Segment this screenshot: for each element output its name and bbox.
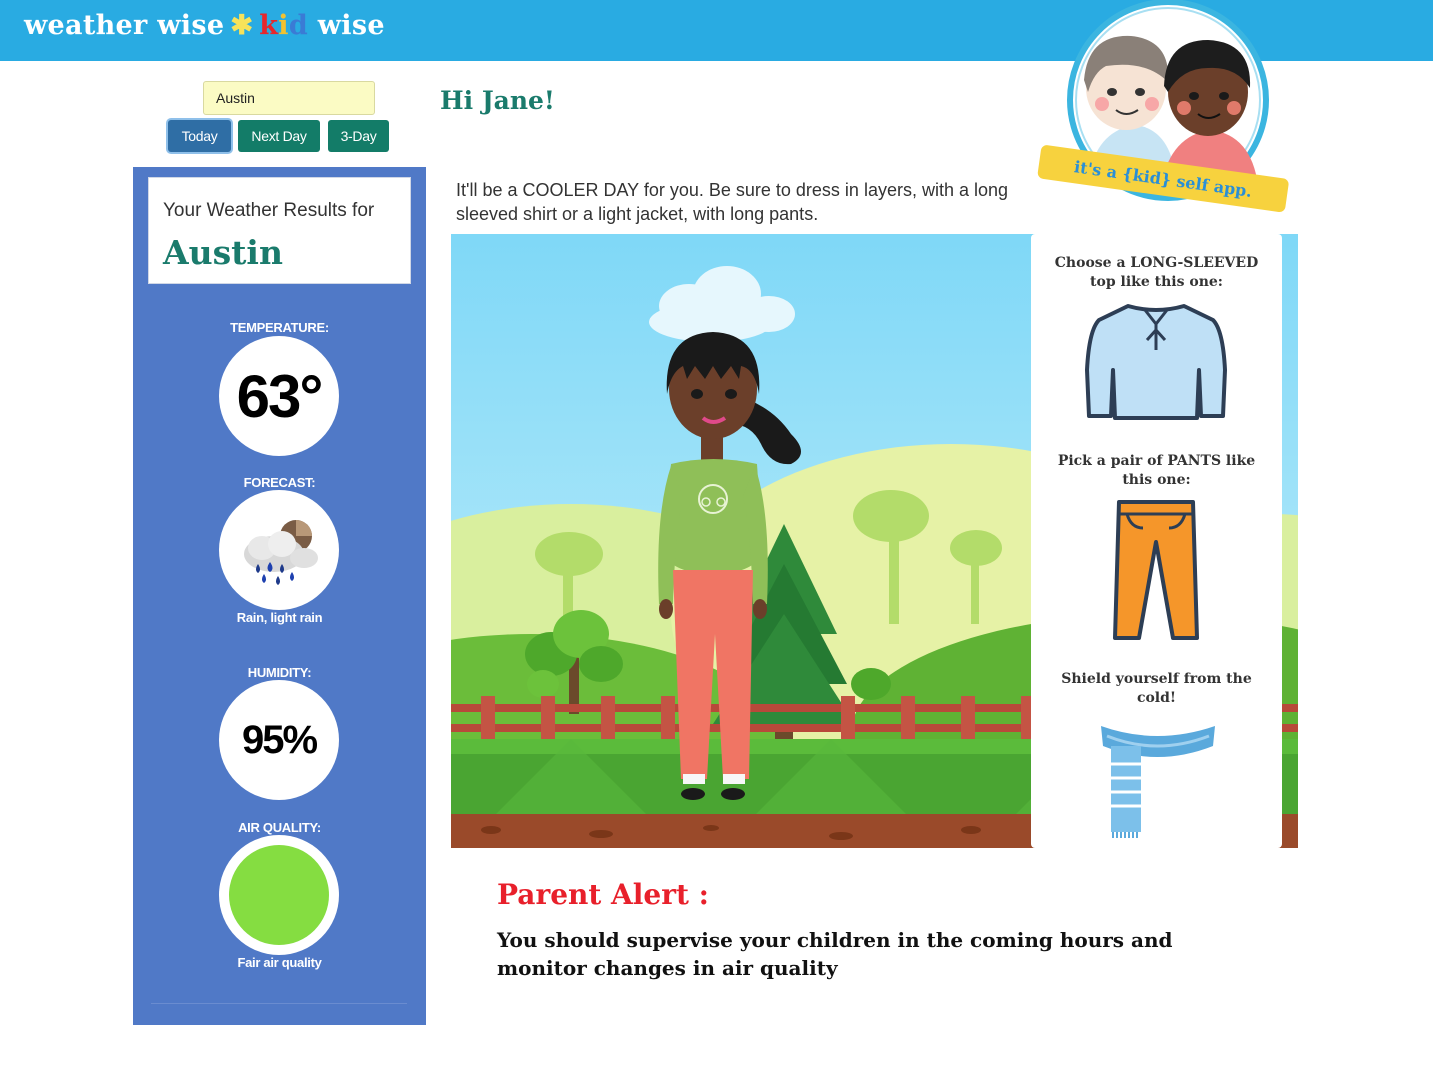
brand-star-icon: ✱ [230, 10, 254, 41]
humidity-title: HUMIDITY: [247, 665, 312, 680]
brand-wise: wise [317, 10, 385, 41]
long-sleeve-shirt-icon [1085, 304, 1227, 420]
parent-alert-title: Parent Alert : [497, 878, 709, 911]
next-day-button[interactable]: Next Day [238, 120, 320, 152]
brand-letter-i: i [278, 10, 289, 41]
brand-letter-d: d [288, 10, 309, 41]
results-city: Austin [163, 233, 283, 272]
results-label: Your Weather Results for [163, 200, 375, 221]
sidebar-divider [151, 1003, 407, 1004]
rain-cloud-icon [244, 520, 318, 585]
air-quality-circle [219, 835, 339, 955]
top-recommendation-text: Choose a LONG-SLEEVED top like this one: [1054, 255, 1259, 290]
brand-logo[interactable]: weather wise ✱ kid wise [24, 10, 385, 41]
kid-self-app-badge: it's a {kid} self app. [1036, 0, 1296, 225]
humidity-value: 95% [241, 717, 318, 762]
three-day-button[interactable]: 3-Day [328, 120, 389, 152]
weather-sidebar: Your Weather Results for Austin TEMPERAT… [133, 167, 426, 1025]
temperature-title: TEMPERATURE: [230, 320, 329, 335]
today-button[interactable]: Today [168, 120, 231, 152]
scarf-recommendation-text: Shield yourself from the cold! [1061, 671, 1252, 706]
brand-weather-wise: weather wise [24, 10, 225, 41]
parent-alert-text: You should supervise your children in th… [497, 928, 1173, 980]
greeting-heading: Hi Jane! [440, 86, 555, 115]
city-search-input[interactable] [203, 81, 375, 115]
results-card: Your Weather Results for Austin [148, 177, 411, 284]
pants-icon [1113, 500, 1199, 640]
pants-recommendation-text: Pick a pair of PANTS like this one: [1057, 453, 1256, 488]
outfit-scene: Choose a LONG-SLEEVED top like this one:… [451, 234, 1298, 848]
air-quality-indicator [229, 845, 329, 945]
scarf-icon [1101, 726, 1215, 838]
humidity-circle: 95% [219, 680, 339, 800]
forecast-title: FORECAST: [243, 475, 316, 490]
clothing-advice-message: It'll be a COOLER DAY for you. Be sure t… [456, 180, 1009, 224]
forecast-caption: Rain, light rain [236, 610, 323, 625]
temperature-circle: 63° [219, 336, 339, 456]
temperature-value: 63° [236, 362, 324, 430]
clothing-panel: Choose a LONG-SLEEVED top like this one:… [1031, 234, 1282, 848]
forecast-circle [219, 490, 339, 610]
brand-letter-k: k [259, 10, 279, 41]
air-quality-caption: Fair air quality [237, 955, 322, 970]
air-quality-title: AIR QUALITY: [238, 820, 321, 835]
